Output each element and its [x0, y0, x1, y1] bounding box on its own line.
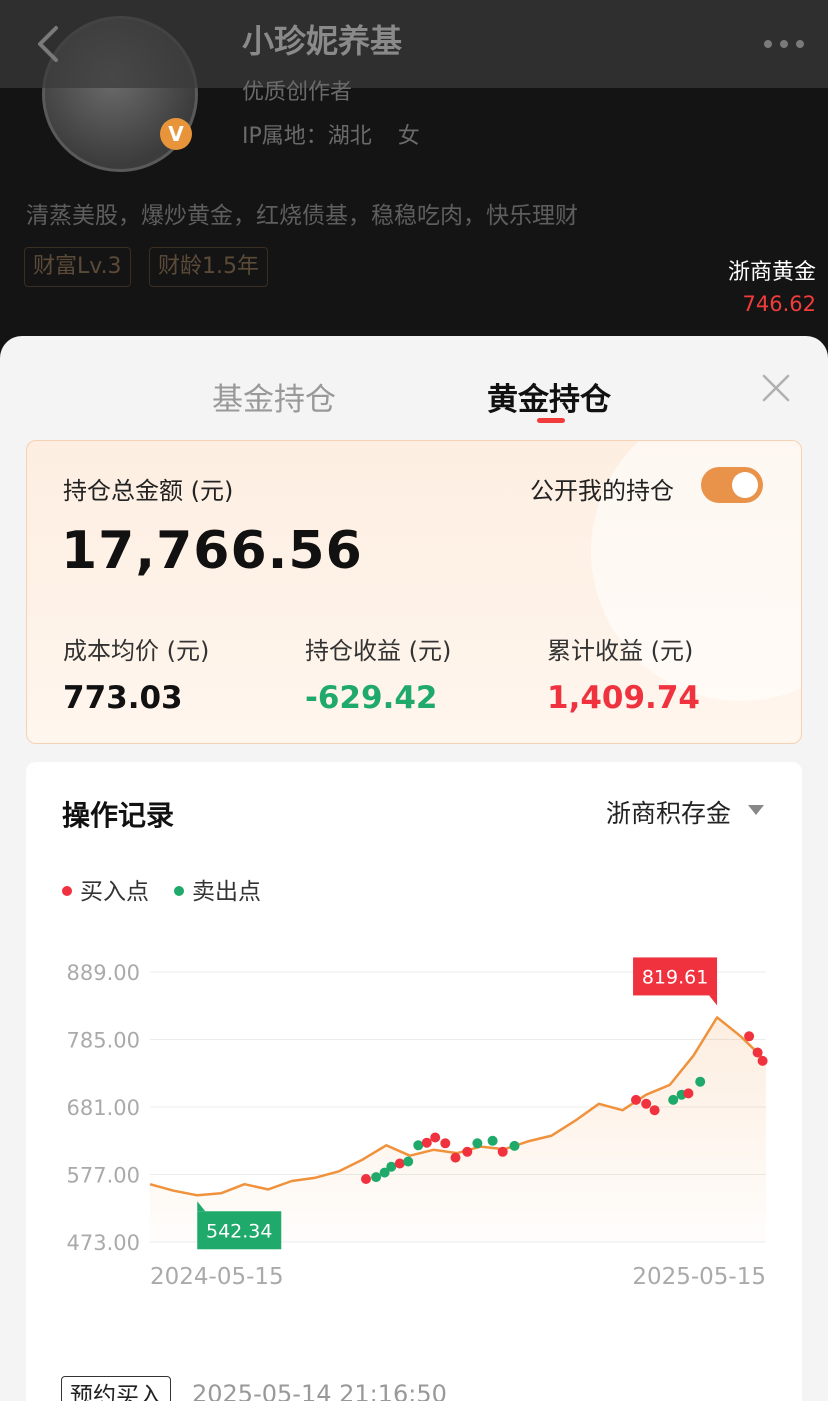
tab-gold-holdings[interactable]: 黄金持仓 — [487, 374, 611, 419]
buy-point — [757, 1055, 768, 1066]
gold-ticker[interactable]: 浙商黄金 746.62 — [728, 254, 816, 316]
ticker-name: 浙商黄金 — [727, 260, 816, 285]
buy-point — [430, 1132, 441, 1143]
op-type-label: 预约买入 — [61, 1376, 171, 1401]
y-tick-label: 681.00 — [67, 1096, 140, 1120]
op-time: 2025-05-14 21:16:50 — [192, 1380, 447, 1401]
ticker-price: 746.62 — [742, 292, 816, 316]
public-holdings-label: 公开我的持仓 — [530, 477, 674, 505]
buy-point — [421, 1137, 432, 1148]
max-label: 819.61 — [642, 966, 708, 988]
stat-value: 773.03 — [63, 680, 183, 716]
x-tick-label: 2025-05-15 — [632, 1264, 766, 1290]
stat-value: -629.42 — [305, 680, 438, 716]
stat-avg-cost: 成本均价 (元) 773.03 — [63, 631, 209, 716]
sell-point — [403, 1156, 414, 1167]
price-area — [150, 1017, 766, 1242]
buy-point — [744, 1031, 755, 1042]
sell-point — [695, 1076, 706, 1087]
sell-point — [668, 1094, 679, 1105]
buy-point — [450, 1152, 461, 1163]
stat-value: 1,409.74 — [547, 680, 700, 716]
back-arrow-icon[interactable] — [30, 22, 70, 66]
stat-label: 累计收益 (元) — [547, 637, 694, 665]
public-holdings-toggle[interactable] — [701, 467, 763, 503]
toggle-knob — [732, 472, 758, 498]
sell-point — [487, 1135, 498, 1146]
x-tick-label: 2024-05-15 — [150, 1264, 284, 1290]
profile-location: IP属地：湖北女 — [242, 118, 446, 150]
stat-label: 持仓收益 (元) — [305, 637, 452, 665]
holdings-sheet: 基金持仓 黄金持仓 持仓总金额 (元) 17,766.56 公开我的持仓 成本均… — [0, 336, 828, 1401]
min-label: 542.34 — [206, 1220, 272, 1242]
buy-point — [641, 1098, 652, 1109]
close-icon[interactable] — [760, 372, 792, 404]
holdings-summary-card: 持仓总金额 (元) 17,766.56 公开我的持仓 成本均价 (元) 773.… — [26, 440, 802, 744]
profile-name: 小珍妮养基 — [242, 22, 403, 60]
buy-point — [649, 1105, 660, 1116]
gold-price-chart[interactable]: 889.00 785.00 681.00 577.00 473.00 2024-05-15… — [26, 762, 802, 1322]
active-tab-indicator — [537, 418, 565, 423]
buy-point — [631, 1094, 641, 1105]
more-options-icon[interactable] — [762, 38, 806, 50]
buy-point — [683, 1088, 694, 1099]
ip-location: IP属地：湖北 — [242, 124, 372, 149]
buy-point — [752, 1047, 763, 1058]
profile-header: V 小珍妮养基 优质创作者 IP属地：湖北女 清蒸美股，爆炒黄金，红烧债基，稳稳… — [0, 0, 828, 360]
buy-point — [440, 1138, 451, 1149]
sell-point — [386, 1161, 397, 1172]
y-tick-label: 785.00 — [67, 1029, 140, 1053]
total-amount-label: 持仓总金额 (元) — [63, 477, 234, 505]
top-bar — [0, 0, 828, 88]
sell-point — [413, 1140, 424, 1151]
buy-point — [361, 1174, 371, 1184]
buy-point — [497, 1146, 508, 1157]
buy-point — [462, 1146, 473, 1157]
total-amount-value: 17,766.56 — [61, 521, 363, 581]
tab-fund-holdings[interactable]: 基金持仓 — [212, 374, 336, 419]
sell-point — [509, 1140, 520, 1151]
creator-title: 优质创作者 — [242, 80, 353, 105]
stat-label: 成本均价 (元) — [63, 637, 210, 665]
y-tick-label: 889.00 — [67, 961, 140, 985]
y-tick-label: 577.00 — [67, 1164, 140, 1188]
wealth-level-tag: 财富Lv.3 — [24, 247, 131, 287]
wealth-age-tag: 财龄1.5年 — [149, 247, 268, 287]
profile-bio: 清蒸美股，爆炒黄金，红烧债基，稳稳吃肉，快乐理财 — [26, 203, 578, 229]
gender: 女 — [397, 124, 420, 149]
stat-cumulative-profit: 累计收益 (元) 1,409.74 — [547, 631, 700, 716]
operation-records-card: 操作记录 浙商积存金 买入点 卖出点 889.00 785.00 681.00 577… — [26, 762, 802, 1401]
sell-point — [371, 1172, 382, 1183]
max-label-pointer — [709, 995, 718, 1006]
stat-holding-profit: 持仓收益 (元) -629.42 — [305, 631, 451, 716]
buy-point — [394, 1158, 405, 1169]
verified-badge-icon: V — [160, 118, 192, 150]
sell-point — [472, 1138, 483, 1149]
y-tick-label: 473.00 — [67, 1231, 140, 1255]
